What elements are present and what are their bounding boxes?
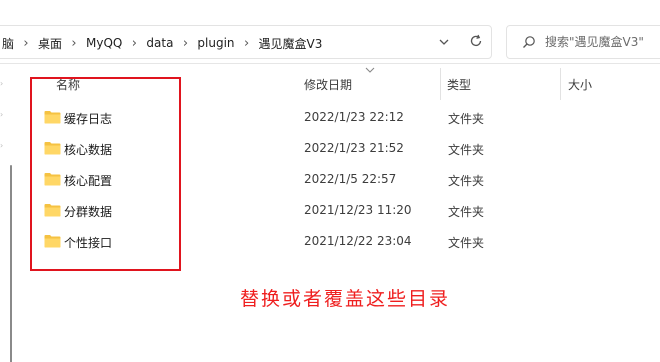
- annotation-text: 替换或者覆盖这些目录: [240, 288, 451, 310]
- file-date: 2022/1/23 21:52: [304, 141, 404, 155]
- refresh-icon[interactable]: [468, 33, 484, 49]
- file-type: 文件夹: [448, 143, 485, 157]
- column-header-size[interactable]: 大小: [568, 66, 658, 102]
- file-date: 2022/1/23 22:12: [304, 110, 404, 124]
- chevron-down-icon[interactable]: [436, 34, 452, 50]
- search-icon: [523, 36, 535, 48]
- chevron-right-icon[interactable]: ›: [124, 36, 144, 51]
- chevron-right-icon[interactable]: ›: [237, 36, 257, 51]
- breadcrumb-item-data[interactable]: data: [144, 36, 175, 50]
- file-type: 文件夹: [448, 236, 485, 250]
- breadcrumb-item-pc[interactable]: 脑: [0, 35, 16, 52]
- file-type: 文件夹: [448, 112, 485, 126]
- search-input[interactable]: [545, 33, 660, 51]
- file-date: 2021/12/22 23:04: [304, 234, 412, 248]
- breadcrumb-item-plugin[interactable]: plugin: [195, 36, 236, 50]
- chevron-right-icon[interactable]: ›: [175, 36, 195, 51]
- breadcrumb-item-myqq[interactable]: MyQQ: [84, 36, 124, 50]
- file-type: 文件夹: [448, 174, 485, 188]
- scroll-up-icon[interactable]: ›: [0, 80, 5, 88]
- breadcrumb: 脑 › 桌面 › MyQQ › data › plugin › 遇见魔盒V3: [0, 34, 324, 52]
- column-divider[interactable]: [560, 68, 561, 100]
- highlight-box: [30, 77, 181, 271]
- chevron-right-icon[interactable]: ›: [16, 36, 36, 51]
- file-type: 文件夹: [448, 205, 485, 219]
- breadcrumb-item-current[interactable]: 遇见魔盒V3: [257, 35, 325, 52]
- breadcrumb-item-desktop[interactable]: 桌面: [36, 35, 64, 52]
- column-divider[interactable]: [440, 68, 441, 100]
- file-date: 2021/12/23 11:20: [304, 203, 412, 217]
- column-header-date[interactable]: 修改日期: [304, 66, 444, 102]
- file-date: 2022/1/5 22:57: [304, 172, 397, 186]
- column-header-type[interactable]: 类型: [447, 66, 557, 102]
- chevron-right-icon[interactable]: ›: [64, 36, 84, 51]
